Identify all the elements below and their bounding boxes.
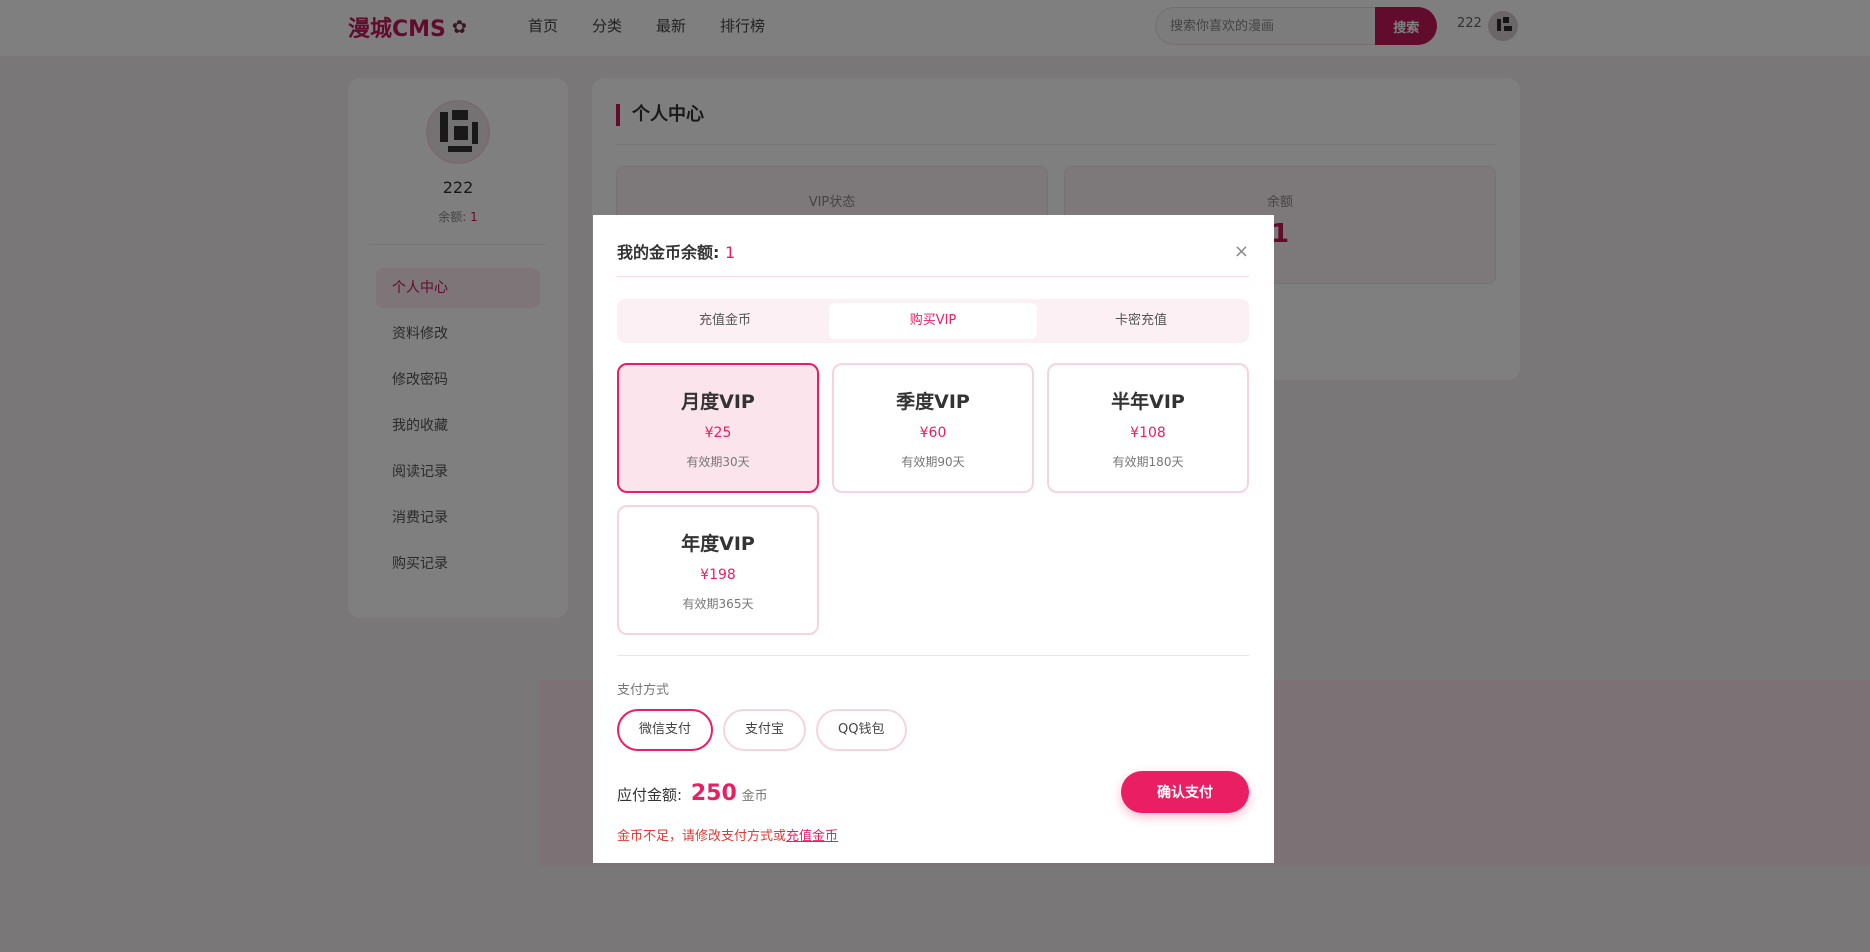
amount-label: 应付金额: (617, 786, 683, 804)
modal-balance: 1 (724, 243, 736, 262)
close-icon[interactable]: × (1234, 241, 1249, 262)
plan-validity: 有效期180天 (1112, 455, 1184, 469)
pay-qqwallet-button[interactable]: QQ钱包 (816, 709, 907, 751)
plan-validity: 有效期365天 (682, 597, 754, 611)
tab-recharge-coins[interactable]: 充值金币 (621, 303, 829, 339)
plan-price: ¥60 (919, 425, 947, 441)
modal-title-text: 我的金币余额: (617, 243, 720, 262)
tab-card-recharge[interactable]: 卡密充值 (1037, 303, 1245, 339)
plan-monthly[interactable]: 月度VIP ¥25 有效期30天 (617, 363, 819, 493)
plan-name: 半年VIP (1111, 391, 1185, 413)
confirm-payment-button[interactable]: 确认支付 (1121, 771, 1249, 813)
plan-name: 月度VIP (681, 391, 755, 413)
tab-buy-vip[interactable]: 购买VIP (829, 303, 1037, 339)
payment-options: 微信支付 支付宝 QQ钱包 (617, 709, 907, 751)
plan-price: ¥198 (700, 567, 736, 583)
payment-method-label: 支付方式 (617, 683, 670, 698)
plan-name: 年度VIP (681, 533, 755, 555)
modal-header: 我的金币余额: 1 × (617, 239, 1249, 277)
insufficient-warning: 金币不足，请修改支付方式或充值金币 (617, 825, 838, 844)
section-divider (617, 655, 1249, 656)
pay-alipay-button[interactable]: 支付宝 (723, 709, 807, 751)
plan-name: 季度VIP (896, 391, 970, 413)
plan-price: ¥108 (1130, 425, 1166, 441)
modal-title: 我的金币余额: 1 (617, 239, 1249, 263)
plan-price: ¥25 (704, 425, 732, 441)
amount-unit: 金币 (741, 789, 768, 804)
modal-tabs: 充值金币 购买VIP 卡密充值 (617, 299, 1249, 343)
payable-amount: 应付金额: 250 金币 (617, 781, 768, 806)
plan-validity: 有效期90天 (901, 455, 965, 469)
pay-wechat-button[interactable]: 微信支付 (617, 709, 714, 751)
recharge-coins-link[interactable]: 充值金币 (786, 829, 838, 844)
amount-value: 250 (690, 781, 737, 806)
plan-yearly[interactable]: 年度VIP ¥198 有效期365天 (617, 505, 819, 635)
warning-text: 金币不足，请修改支付方式或 (617, 829, 787, 844)
plan-validity: 有效期30天 (686, 455, 750, 469)
plan-half-year[interactable]: 半年VIP ¥108 有效期180天 (1047, 363, 1249, 493)
plan-quarterly[interactable]: 季度VIP ¥60 有效期90天 (832, 363, 1034, 493)
recharge-modal: 我的金币余额: 1 × 充值金币 购买VIP 卡密充值 月度VIP ¥25 有效… (593, 215, 1274, 863)
